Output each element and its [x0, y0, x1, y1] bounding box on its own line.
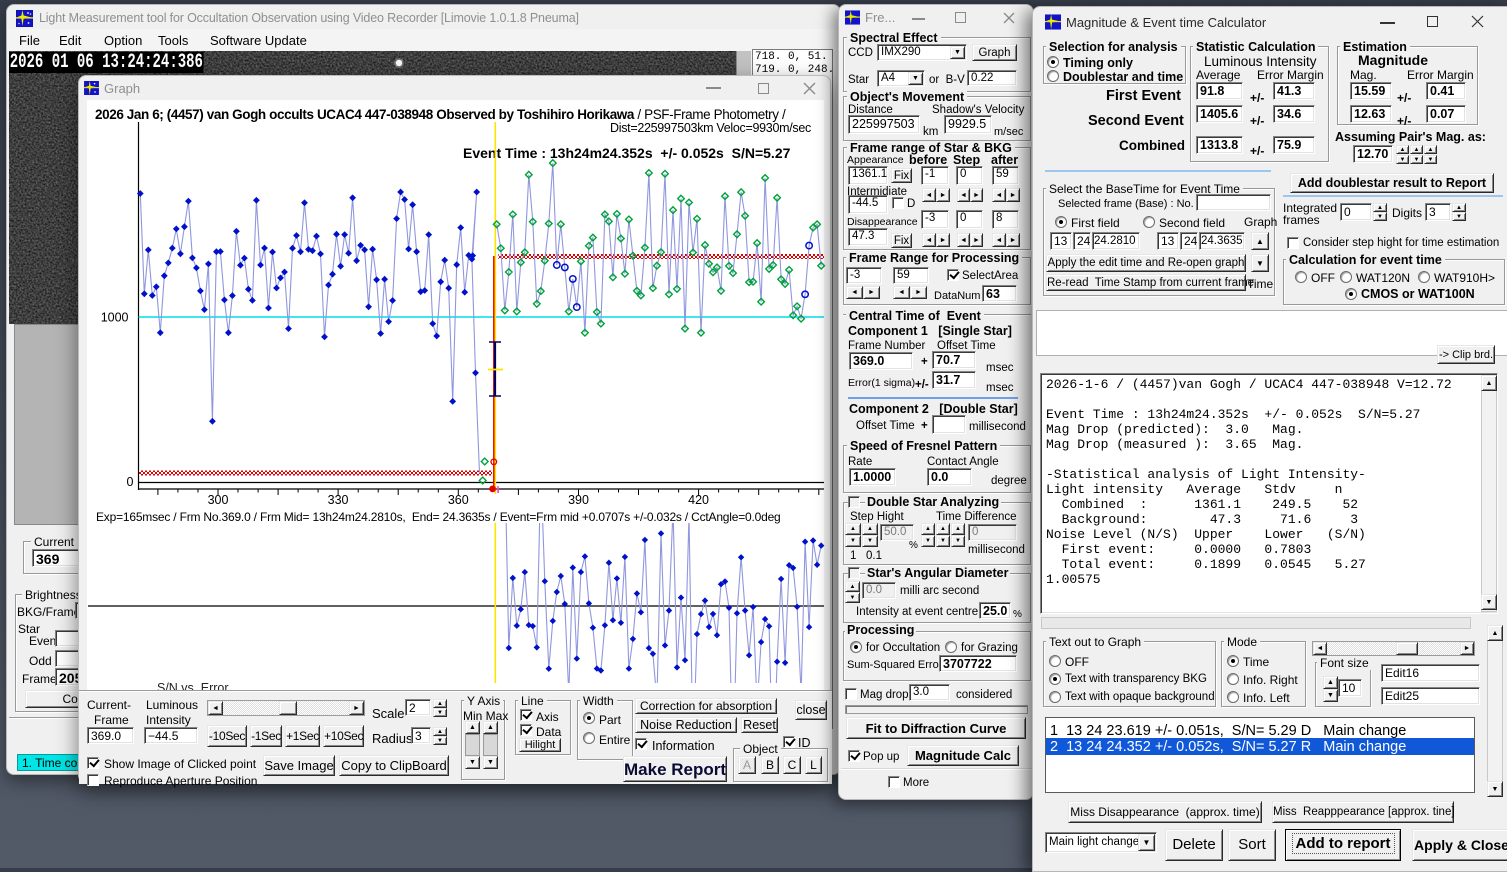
- svg-text:360: 360: [448, 493, 469, 507]
- svg-text:420: 420: [688, 493, 709, 507]
- svg-text:330: 330: [328, 493, 349, 507]
- svg-text:390: 390: [568, 493, 589, 507]
- svg-text:0: 0: [127, 475, 134, 489]
- svg-text:1000: 1000: [101, 311, 129, 325]
- svg-text:300: 300: [208, 493, 229, 507]
